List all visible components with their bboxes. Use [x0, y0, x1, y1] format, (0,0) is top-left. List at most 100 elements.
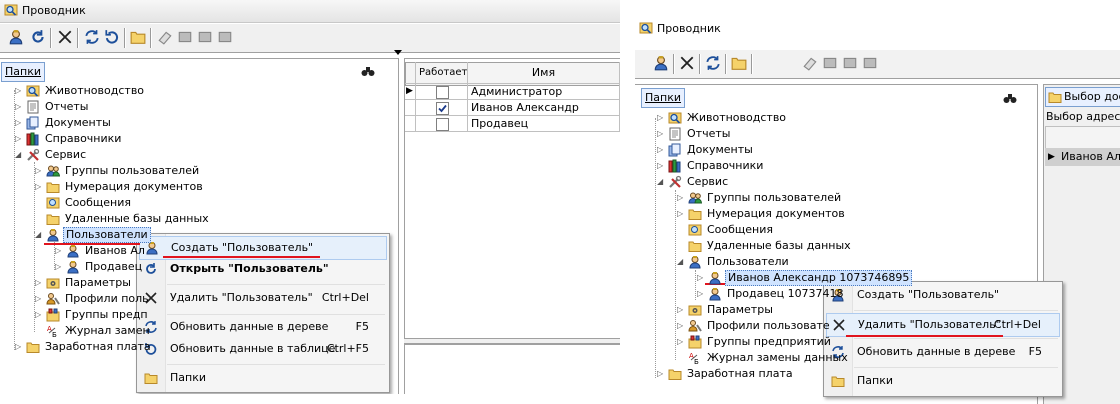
tree-expander[interactable]: ▷	[15, 99, 21, 115]
search-folder-icon	[26, 84, 40, 98]
eraser-icon[interactable]	[800, 53, 820, 73]
tree-item-label: Животноводство	[45, 84, 145, 97]
checked-checkbox[interactable]	[436, 102, 449, 115]
tree-item-label: Нумерация документов	[65, 180, 203, 193]
tree-item-label: Группы пользователей	[65, 164, 200, 177]
tree-item-label: Продавец	[85, 260, 143, 273]
menu-item-shortcut: Ctrl+F5	[326, 342, 369, 355]
tree-expander[interactable]: ▷	[677, 318, 683, 334]
tree-expander[interactable]: ▷	[35, 179, 41, 195]
menu-item[interactable]: Обновить данные в таблице Ctrl+F5	[139, 338, 387, 360]
refresh-table-icon[interactable]	[102, 27, 122, 47]
tree-expander[interactable]: ◢	[657, 174, 663, 190]
params-tb-icon[interactable]	[195, 27, 215, 47]
params-tb-icon[interactable]	[840, 53, 860, 73]
tree-expander[interactable]: ▷	[35, 291, 41, 307]
works-cell	[416, 84, 468, 100]
menu-item[interactable]: Обновить данные в дереве F5	[139, 316, 387, 338]
tree-expander[interactable]: ▷	[697, 270, 703, 286]
menu-item[interactable]: Удалить "Пользователь" Ctrl+Del	[826, 313, 1060, 337]
tree-item-label: Параметры	[65, 276, 131, 289]
journal-icon	[688, 351, 702, 365]
user-icon[interactable]	[6, 27, 26, 47]
tree-item-label: Продавец 10737418	[727, 287, 844, 300]
name-cell[interactable]: Иванов Александр	[468, 100, 620, 116]
menu-item[interactable]: Папки	[139, 367, 387, 389]
menu-item[interactable]: Удалить "Пользователь" Ctrl+Del	[139, 287, 387, 309]
tree-expander[interactable]: ▷	[15, 131, 21, 147]
tree-expander[interactable]: ▷	[677, 334, 683, 350]
explorer-app-icon	[639, 21, 653, 35]
refresh-icon[interactable]	[28, 27, 48, 47]
tree-expander[interactable]: ◢	[15, 147, 21, 163]
copy-icon[interactable]	[860, 53, 880, 73]
menu-item[interactable]: Папки	[826, 370, 1060, 392]
tree-expander[interactable]: ◢	[35, 227, 41, 243]
tree-expander[interactable]: ▷	[677, 206, 683, 222]
folder-icon[interactable]	[729, 53, 749, 73]
profiles-icon	[688, 319, 702, 333]
refresh-tree-icon[interactable]	[703, 53, 723, 73]
tree-item-label: Документы	[45, 116, 111, 129]
params-icon	[688, 303, 702, 317]
tree-expander[interactable]: ▷	[677, 302, 683, 318]
tree-expander[interactable]: ◢	[677, 254, 683, 270]
column-header-works[interactable]: Работает	[416, 62, 468, 84]
tree-item-label: Документы	[687, 143, 753, 156]
tree-expander[interactable]: ▷	[35, 163, 41, 179]
checkbox[interactable]	[436, 86, 449, 99]
tree-item-label: Профили поль	[65, 292, 149, 305]
menu-item-label: Обновить данные в таблице	[170, 342, 336, 355]
name-cell[interactable]: Продавец	[468, 116, 620, 132]
tree-expander[interactable]: ▷	[697, 286, 703, 302]
folders-tab[interactable]: Папки	[641, 88, 685, 108]
report-icon	[26, 100, 40, 114]
tree-expander[interactable]: ▷	[35, 307, 41, 323]
tree-expander[interactable]: ▷	[35, 275, 41, 291]
enterprise-group-icon	[688, 335, 702, 349]
documents-icon	[668, 143, 682, 157]
tree-expander[interactable]: ▷	[677, 190, 683, 206]
menu-item[interactable]: Создать "Пользователь"	[826, 284, 1060, 306]
filter-icon[interactable]	[175, 27, 195, 47]
folder-icon	[1048, 90, 1062, 104]
tree-item-label: Пользователи	[63, 227, 151, 243]
tree-expander[interactable]: ▷	[15, 115, 21, 131]
filter-icon[interactable]	[820, 53, 840, 73]
delete-icon[interactable]	[55, 27, 75, 47]
access-tab[interactable]: Выбор дост	[1045, 87, 1120, 107]
binoculars-icon[interactable]	[1002, 91, 1018, 105]
tree-expander[interactable]: ▷	[55, 259, 61, 275]
user-icon[interactable]	[651, 53, 671, 73]
lower-panel	[404, 344, 620, 394]
tree-expander[interactable]: ▷	[657, 366, 663, 382]
eraser-icon[interactable]	[155, 27, 175, 47]
tree-expander[interactable]: ▷	[657, 158, 663, 174]
tree-item-label: Животноводство	[687, 111, 787, 124]
menu-item[interactable]: Обновить данные в дереве F5	[826, 341, 1060, 363]
copy-icon[interactable]	[215, 27, 235, 47]
tree-expander[interactable]: ▷	[15, 83, 21, 99]
delete-icon[interactable]	[677, 53, 697, 73]
name-cell[interactable]: Администратор	[468, 84, 620, 100]
menu-item-label: Обновить данные в дереве	[170, 320, 329, 333]
tree-item-label: Отчеты	[687, 127, 731, 140]
menu-item[interactable]: Открыть "Пользователь"	[139, 258, 387, 280]
tree-expander[interactable]: ▷	[15, 339, 21, 355]
table-row[interactable]: ▶ Иванов Але	[1045, 148, 1120, 166]
binoculars-icon[interactable]	[360, 64, 376, 78]
tree-expander[interactable]: ▷	[657, 142, 663, 158]
tree-item-label: Заработная плата	[687, 367, 793, 380]
tree-expander[interactable]: ▷	[55, 243, 61, 259]
refresh-tree-icon[interactable]	[82, 27, 102, 47]
column-header-name[interactable]: Имя	[468, 62, 620, 84]
tree-item-label: Иванов Александр 1073746895	[725, 270, 913, 286]
tree-expander[interactable]: ▷	[657, 126, 663, 142]
delete-x-icon	[832, 318, 846, 332]
menu-item-label: Создать "Пользователь"	[857, 288, 1000, 301]
tree-expander[interactable]: ▷	[657, 110, 663, 126]
checkbox[interactable]	[436, 118, 449, 131]
tree-item-label: Справочники	[687, 159, 764, 172]
folders-tab[interactable]: Папки	[1, 62, 45, 82]
folder-icon[interactable]	[128, 27, 148, 47]
